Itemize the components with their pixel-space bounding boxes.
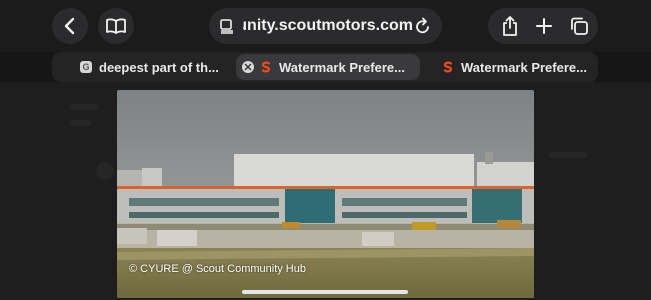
browser-toolbar: nunity.scoutmotors.com — [0, 0, 651, 52]
toolbar-actions — [488, 8, 598, 44]
reader-button[interactable] — [98, 8, 134, 44]
tab-deepest-part[interactable]: G deepest part of th... — [62, 54, 250, 80]
book-icon — [106, 18, 126, 34]
close-icon — [244, 63, 252, 71]
factory-photo[interactable]: © CYURE @ Scout Community Hub — [117, 90, 534, 298]
reload-icon[interactable] — [415, 17, 431, 35]
tab-watermark-preferences[interactable]: Watermark Prefere... — [424, 54, 610, 80]
page-menu-icon[interactable] — [219, 18, 235, 34]
new-tab-button[interactable] — [528, 8, 560, 44]
close-tab-button[interactable] — [242, 61, 254, 73]
background-text-line — [548, 152, 588, 158]
tab-bar: G deepest part of th... Watermark Prefer… — [52, 52, 598, 82]
tab-label: deepest part of th... — [99, 59, 219, 75]
google-favicon-icon: G — [80, 61, 92, 73]
plus-icon — [536, 18, 552, 34]
scout-logo-icon — [442, 61, 454, 73]
tabs-overview-button[interactable] — [563, 8, 595, 44]
tab-label: Watermark Prefere... — [279, 59, 405, 75]
scout-logo-icon — [260, 61, 272, 73]
tab-watermark-preferences-active[interactable]: Watermark Prefere... — [236, 54, 420, 80]
background-text-line — [70, 120, 92, 126]
background-avatar — [96, 162, 114, 180]
back-button[interactable] — [52, 8, 88, 44]
share-button[interactable] — [494, 8, 526, 44]
image-watermark-caption: © CYURE @ Scout Community Hub — [129, 263, 306, 275]
share-icon — [503, 16, 517, 36]
address-bar[interactable]: nunity.scoutmotors.com — [209, 8, 442, 44]
tab-label: Watermark Prefere... — [461, 59, 587, 75]
home-indicator[interactable] — [242, 290, 408, 294]
background-text-line — [70, 104, 98, 110]
tabs-overview-icon — [571, 17, 588, 35]
address-text: nunity.scoutmotors.com — [243, 17, 413, 34]
chevron-left-icon — [64, 17, 75, 35]
